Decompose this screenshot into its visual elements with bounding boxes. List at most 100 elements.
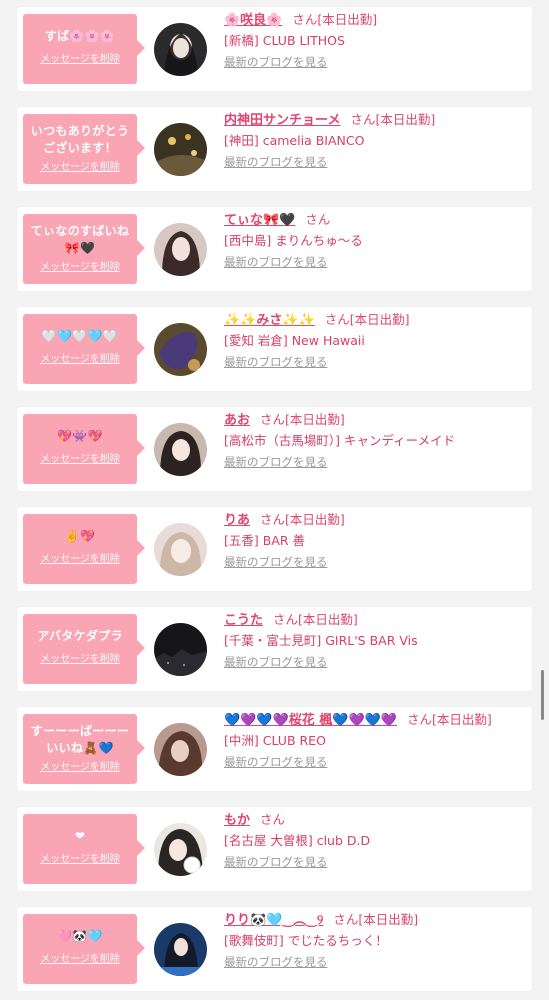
- delete-message-link[interactable]: メッセージを削除: [23, 454, 137, 466]
- shop-label: [神田] camelia BIANCO: [224, 133, 365, 148]
- cast-name-link[interactable]: りあ: [224, 513, 250, 528]
- status-badge: [本日出勤]: [349, 312, 410, 327]
- avatar[interactable]: [154, 723, 207, 776]
- honorific: さん: [324, 312, 350, 327]
- delete-message-link[interactable]: メッセージを削除: [23, 654, 137, 666]
- message-card: 💖👾💖 メッセージを削除 あお さん[本日出勤] [高松市（古馬場町）] キャンデ…: [17, 407, 532, 491]
- avatar[interactable]: [154, 923, 207, 976]
- honorific: さん: [333, 912, 359, 927]
- shop-label: [中洲] CLUB REO: [224, 733, 326, 748]
- cast-name-link[interactable]: 🌸咲良🌸: [224, 13, 282, 28]
- latest-blog-link[interactable]: 最新のブログを見る: [224, 553, 328, 571]
- message-text: アバタケダプラ: [37, 628, 123, 643]
- delete-message-link[interactable]: メッセージを削除: [23, 854, 137, 866]
- avatar[interactable]: [154, 123, 207, 176]
- message-card: 🤍🩵🤍🩵🤍 メッセージを削除 ✨✨みさ✨✨ さん[本日出勤] [愛知 岩倉] Ne…: [17, 307, 532, 391]
- cast-name-link[interactable]: 内神田サンチョーメ: [224, 113, 340, 128]
- latest-blog-link[interactable]: 最新のブログを見る: [224, 353, 328, 371]
- cast-name-link[interactable]: こうた: [224, 613, 263, 628]
- honorific: さん: [305, 212, 331, 227]
- avatar[interactable]: [154, 323, 207, 376]
- shop-label: [千葉・富士見町] GIRL'S BAR Vis: [224, 633, 418, 648]
- message-text: 🩷🐼🩵: [57, 928, 103, 943]
- cast-name-link[interactable]: 💙💜💙💜桜花 楓💙💜💙💜: [224, 713, 397, 728]
- cast-info: あお さん[本日出勤] [高松市（古馬場町）] キャンディーメイド 最新のブログを…: [224, 410, 529, 471]
- message-card: てぃなのすばいね🎀🖤 メッセージを削除 てぃな🎀🖤 さん [西中島] まりんちゅ〜…: [17, 207, 532, 291]
- honorific: さん: [260, 812, 286, 827]
- message-text: すーーーばーーーいいね🧸💙: [30, 724, 130, 755]
- message-bubble: 🩷🐼🩵 メッセージを削除: [23, 914, 145, 984]
- cast-info: もか さん [名古屋 大曽根] club D.D 最新のブログを見る: [224, 810, 529, 871]
- status-badge: [本日出勤]: [298, 612, 358, 627]
- status-badge: [本日出勤]: [285, 512, 345, 527]
- avatar[interactable]: [154, 623, 207, 676]
- message-text: いつもありがとうございます！: [30, 124, 130, 155]
- message-text: 🤍🩵🤍🩵🤍: [41, 328, 119, 343]
- message-bubble: すーーーばーーーいいね🧸💙 メッセージを削除: [23, 714, 145, 784]
- cast-info: てぃな🎀🖤 さん [西中島] まりんちゅ〜る 最新のブログを見る: [224, 210, 529, 271]
- latest-blog-link[interactable]: 最新のブログを見る: [224, 453, 328, 471]
- message-bubble: 🤍🩵🤍🩵🤍 メッセージを削除: [23, 314, 145, 384]
- delete-message-link[interactable]: メッセージを削除: [23, 554, 137, 566]
- status-badge: [本日出勤]: [317, 12, 378, 27]
- cast-info: こうた さん[本日出勤] [千葉・富士見町] GIRL'S BAR Vis 最新の…: [224, 610, 529, 671]
- delete-message-link[interactable]: メッセージを削除: [23, 354, 137, 366]
- message-card: すば🌸🌸🌸 メッセージを削除 🌸咲良🌸 さん[本日出勤] [新橋] CLUB LI…: [17, 7, 532, 91]
- delete-message-link[interactable]: メッセージを削除: [23, 762, 137, 774]
- shop-label: [名古屋 大曽根] club D.D: [224, 833, 371, 848]
- delete-message-link[interactable]: メッセージを削除: [23, 162, 137, 174]
- cast-info: りり🐼🩵‿︵‿୨ さん[本日出勤] [歌舞伎町] でじたるちっく！ 最新のブログを…: [224, 910, 529, 971]
- honorific: さん: [260, 412, 286, 427]
- honorific: さん: [350, 112, 376, 127]
- shop-label: [愛知 岩倉] New Hawaii: [224, 333, 365, 348]
- message-card: ✌️💖 メッセージを削除 りあ さん[本日出勤] [五香] BAR 善 最新のブロ…: [17, 507, 532, 591]
- status-badge: [本日出勤]: [375, 112, 436, 127]
- cast-name-link[interactable]: あお: [224, 413, 250, 428]
- shop-label: [新橋] CLUB LITHOS: [224, 33, 345, 48]
- message-bubble: ❤︎ メッセージを削除: [23, 814, 145, 884]
- latest-blog-link[interactable]: 最新のブログを見る: [224, 253, 328, 271]
- message-card: いつもありがとうございます！ メッセージを削除 内神田サンチョーメ さん[本日出勤…: [17, 107, 532, 191]
- cast-name-link[interactable]: ✨✨みさ✨✨: [224, 313, 315, 328]
- delete-message-link[interactable]: メッセージを削除: [23, 54, 137, 66]
- honorific: さん: [292, 12, 318, 27]
- scrollbar[interactable]: [541, 670, 544, 720]
- cast-info: 💙💜💙💜桜花 楓💙💜💙💜 さん[本日出勤] [中洲] CLUB REO 最新のブロ…: [224, 710, 529, 771]
- avatar[interactable]: [154, 23, 207, 76]
- shop-label: [高松市（古馬場町）] キャンディーメイド: [224, 433, 456, 448]
- message-card: アバタケダプラ メッセージを削除 こうた さん[本日出勤] [千葉・富士見町] G…: [17, 607, 532, 691]
- message-card: すーーーばーーーいいね🧸💙 メッセージを削除 💙💜💙💜桜花 楓💙💜💙💜 さん[本日…: [17, 707, 532, 791]
- message-list: すば🌸🌸🌸 メッセージを削除 🌸咲良🌸 さん[本日出勤] [新橋] CLUB LI…: [0, 0, 549, 1000]
- message-text: てぃなのすばいね🎀🖤: [30, 224, 130, 255]
- latest-blog-link[interactable]: 最新のブログを見る: [224, 153, 328, 171]
- latest-blog-link[interactable]: 最新のブログを見る: [224, 953, 328, 971]
- latest-blog-link[interactable]: 最新のブログを見る: [224, 753, 328, 771]
- message-text: すば🌸🌸🌸: [44, 28, 116, 43]
- honorific: さん: [273, 612, 299, 627]
- cast-name-link[interactable]: てぃな🎀🖤: [224, 213, 295, 228]
- delete-message-link[interactable]: メッセージを削除: [23, 262, 137, 274]
- status-badge: [本日出勤]: [358, 912, 419, 927]
- shop-label: [歌舞伎町] でじたるちっく！: [224, 933, 388, 948]
- latest-blog-link[interactable]: 最新のブログを見る: [224, 53, 328, 71]
- status-badge: [本日出勤]: [432, 712, 492, 727]
- delete-message-link[interactable]: メッセージを削除: [23, 954, 137, 966]
- shop-label: [西中島] まりんちゅ〜る: [224, 233, 363, 248]
- avatar[interactable]: [154, 523, 207, 576]
- message-bubble: てぃなのすばいね🎀🖤 メッセージを削除: [23, 214, 145, 284]
- shop-label: [五香] BAR 善: [224, 533, 306, 548]
- cast-info: 🌸咲良🌸 さん[本日出勤] [新橋] CLUB LITHOS 最新のブログを見る: [224, 10, 529, 71]
- latest-blog-link[interactable]: 最新のブログを見る: [224, 653, 328, 671]
- message-bubble: すば🌸🌸🌸 メッセージを削除: [23, 14, 145, 84]
- avatar[interactable]: [154, 423, 207, 476]
- cast-name-link[interactable]: りり🐼🩵‿︵‿୨: [224, 913, 323, 928]
- honorific: さん: [407, 712, 433, 727]
- message-text: 💖👾💖: [57, 428, 103, 443]
- cast-name-link[interactable]: もか: [224, 813, 250, 828]
- avatar[interactable]: [154, 223, 207, 276]
- cast-info: ✨✨みさ✨✨ さん[本日出勤] [愛知 岩倉] New Hawaii 最新のブログ…: [224, 310, 529, 371]
- cast-info: 内神田サンチョーメ さん[本日出勤] [神田] camelia BIANCO 最新…: [224, 110, 529, 171]
- latest-blog-link[interactable]: 最新のブログを見る: [224, 853, 328, 871]
- message-text: ✌️💖: [64, 528, 96, 543]
- avatar[interactable]: [154, 823, 207, 876]
